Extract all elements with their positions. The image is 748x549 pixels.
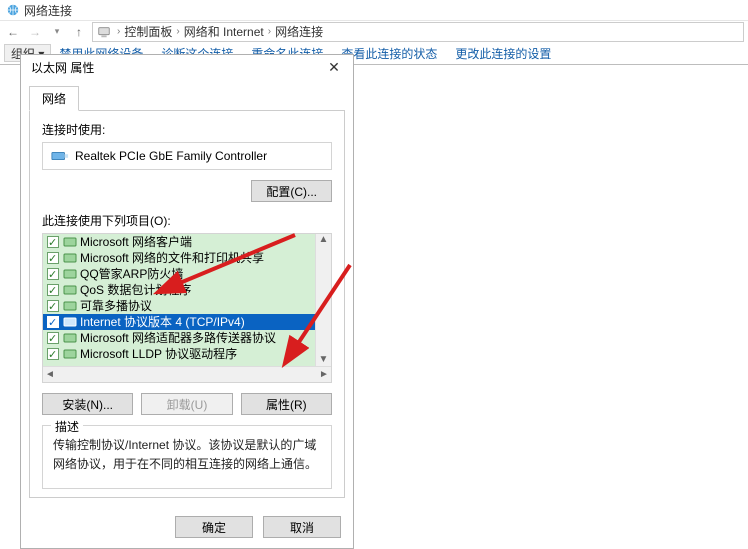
checkbox[interactable] — [47, 332, 59, 344]
horizontal-scrollbar[interactable]: ◄ ► — [43, 366, 331, 382]
list-item-label: QoS 数据包计划程序 — [80, 282, 191, 298]
list-item[interactable]: Internet 协议版本 4 (TCP/IPv4) — [43, 314, 315, 330]
component-icon — [63, 268, 77, 280]
close-button[interactable]: ✕ — [321, 57, 347, 77]
list-item[interactable]: Microsoft 网络客户端 — [43, 234, 315, 250]
list-item-label: Microsoft 网络适配器多路传送器协议 — [80, 330, 276, 346]
breadcrumb-seg[interactable]: 控制面板 — [122, 23, 174, 40]
list-item[interactable]: QoS 数据包计划程序 — [43, 282, 315, 298]
address-row: ← → ▾ ↑ › 控制面板 › 网络和 Internet › 网络连接 — [0, 20, 748, 42]
tabstrip: 网络 — [21, 79, 353, 110]
checkbox[interactable] — [47, 348, 59, 360]
tab-pane: 连接时使用: Realtek PCIe GbE Family Controlle… — [29, 110, 345, 498]
toolbar-link[interactable]: 查看此连接的状态 — [341, 45, 437, 62]
nav-up-button[interactable]: ↑ — [68, 22, 90, 42]
uninstall-button: 卸载(U) — [141, 393, 232, 415]
component-icon — [63, 284, 77, 296]
dialog-button-row: 确定 取消 — [21, 506, 353, 548]
cancel-button[interactable]: 取消 — [263, 516, 341, 538]
description-group: 描述 传输控制协议/Internet 协议。该协议是默认的广域网络协议，用于在不… — [42, 425, 332, 489]
list-item-label: Microsoft LLDP 协议驱动程序 — [80, 346, 237, 362]
component-icon — [63, 236, 77, 248]
list-item[interactable]: QQ管家ARP防火墙 — [43, 266, 315, 282]
list-item-label: Internet 协议版本 4 (TCP/IPv4) — [80, 314, 245, 330]
connect-using-label: 连接时使用: — [42, 121, 332, 138]
list-item-label: Microsoft 网络客户端 — [80, 234, 192, 250]
ok-button[interactable]: 确定 — [175, 516, 253, 538]
breadcrumb[interactable]: › 控制面板 › 网络和 Internet › 网络连接 — [92, 22, 744, 42]
component-icon — [63, 300, 77, 312]
list-item-label: Microsoft 网络的文件和打印机共享 — [80, 250, 264, 266]
scroll-up-icon[interactable]: ▲ — [319, 234, 329, 246]
install-button[interactable]: 安装(N)... — [42, 393, 133, 415]
adapter-box: Realtek PCIe GbE Family Controller — [42, 142, 332, 170]
list-item[interactable]: 可靠多播协议 — [43, 298, 315, 314]
list-item-label: 可靠多播协议 — [80, 298, 152, 314]
checkbox[interactable] — [47, 252, 59, 264]
nav-recent-button[interactable]: ▾ — [46, 22, 68, 42]
checkbox[interactable] — [47, 300, 59, 312]
toolbar-link[interactable]: 更改此连接的设置 — [455, 45, 551, 62]
properties-button[interactable]: 属性(R) — [241, 393, 332, 415]
scroll-left-icon[interactable]: ◄ — [45, 369, 55, 380]
component-icon — [63, 252, 77, 264]
component-icon — [63, 316, 77, 328]
pc-icon — [97, 25, 111, 39]
description-text: 传输控制协议/Internet 协议。该协议是默认的广域网络协议，用于在不同的相… — [53, 436, 321, 474]
tab-network[interactable]: 网络 — [29, 86, 79, 111]
component-icon — [63, 332, 77, 344]
list-item[interactable]: Microsoft 网络的文件和打印机共享 — [43, 250, 315, 266]
adapter-name: Realtek PCIe GbE Family Controller — [75, 149, 267, 163]
scroll-down-icon[interactable]: ▼ — [319, 354, 329, 366]
chevron-right-icon: › — [115, 26, 122, 37]
window-titlebar: 网络连接 — [0, 0, 748, 20]
description-legend: 描述 — [51, 418, 83, 435]
scroll-right-icon[interactable]: ► — [319, 369, 329, 380]
dialog-titlebar[interactable]: 以太网 属性 ✕ — [21, 55, 353, 79]
checkbox[interactable] — [47, 316, 59, 328]
list-item[interactable]: Microsoft 网络适配器多路传送器协议 — [43, 330, 315, 346]
checkbox[interactable] — [47, 268, 59, 280]
list-item[interactable]: Microsoft LLDP 协议驱动程序 — [43, 346, 315, 362]
nav-forward-button[interactable]: → — [24, 22, 46, 42]
chevron-right-icon: › — [266, 26, 273, 37]
nav-back-button[interactable]: ← — [2, 22, 24, 42]
breadcrumb-seg[interactable]: 网络和 Internet — [182, 23, 266, 40]
chevron-right-icon: › — [174, 26, 181, 37]
network-icon — [6, 3, 20, 17]
window-title: 网络连接 — [24, 2, 72, 19]
dialog-title: 以太网 属性 — [31, 59, 94, 76]
checkbox[interactable] — [47, 284, 59, 296]
nic-icon — [51, 149, 69, 163]
breadcrumb-seg[interactable]: 网络连接 — [273, 23, 325, 40]
items-label: 此连接使用下列项目(O): — [42, 212, 332, 229]
configure-button[interactable]: 配置(C)... — [251, 180, 332, 202]
list-item-label: QQ管家ARP防火墙 — [80, 266, 183, 282]
vertical-scrollbar[interactable]: ▲ ▼ — [315, 234, 331, 366]
ethernet-properties-dialog: 以太网 属性 ✕ 网络 连接时使用: Realtek PCIe GbE Fami… — [20, 54, 354, 549]
component-icon — [63, 348, 77, 360]
components-listbox[interactable]: Microsoft 网络客户端Microsoft 网络的文件和打印机共享QQ管家… — [42, 233, 332, 383]
checkbox[interactable] — [47, 236, 59, 248]
